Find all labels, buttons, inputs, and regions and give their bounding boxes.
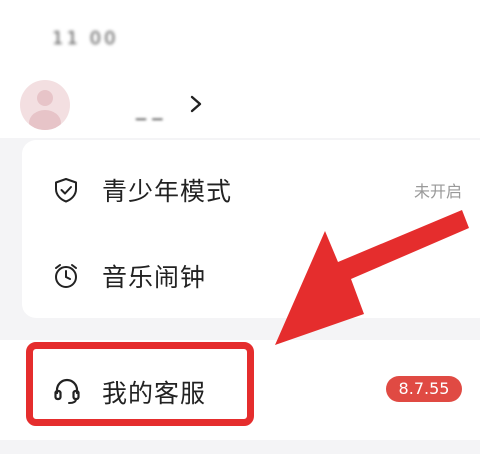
avatar-head [37,90,53,106]
avatar-body [29,110,61,130]
settings-card: 青少年模式 未开启 音乐闹钟 [22,140,480,318]
music-alarm-label: 音乐闹钟 [102,263,207,292]
music-alarm-row[interactable]: 音乐闹钟 [22,246,480,306]
shield-check-icon [55,178,77,203]
version-badge: 8.7.55 [386,376,462,402]
chevron-right-icon[interactable] [188,94,204,114]
status-text: 11 00 [52,28,119,49]
youth-mode-row[interactable]: 青少年模式 未开启 [22,160,480,220]
user-name[interactable]: _ _ [136,96,162,120]
alarm-clock-icon [55,264,77,288]
youth-mode-status: 未开启 [413,182,462,201]
highlight-box [26,342,254,426]
profile-header: 11 00 _ _ [0,0,480,138]
screen: 11 00 _ _ 青少年模式 未开启 音乐闹钟 我的客服 8.7.55 [0,0,480,454]
avatar[interactable] [20,80,70,130]
youth-mode-label: 青少年模式 [102,177,233,206]
